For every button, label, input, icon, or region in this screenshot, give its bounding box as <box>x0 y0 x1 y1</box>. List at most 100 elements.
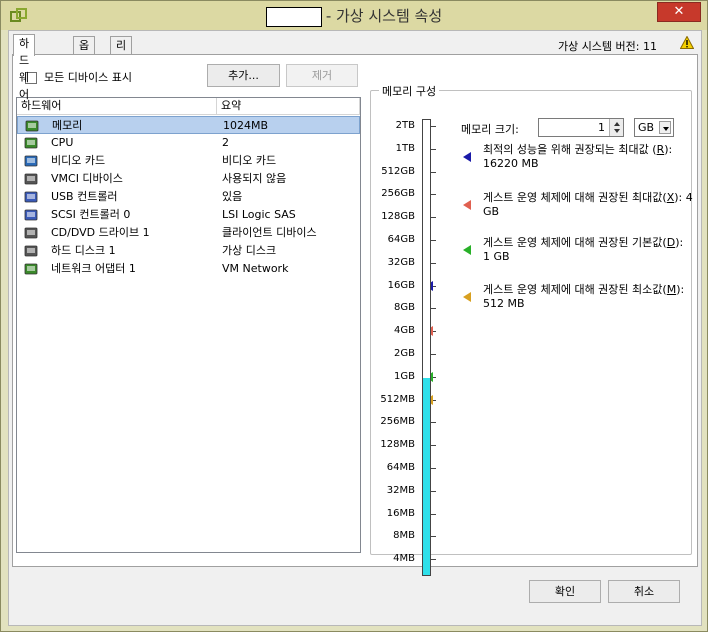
hardware-list[interactable]: 하드웨어 요약 메모리 1024MB CPU 2 비디오 카드 비디오 카드 VMCI 디바… <box>16 97 361 553</box>
hardware-row[interactable]: 네트워크 어댑터 1 VM Network <box>17 260 360 278</box>
memory-scale-label: 1TB <box>395 142 415 154</box>
hardware-name: 네트워크 어댑터 1 <box>51 262 136 275</box>
memory-config-group: 메모리 구성 2TB 1TB 512GB 256GB 128GB 64GB 32GB 16GB… <box>370 83 693 576</box>
recommendation-hotkey: D <box>666 236 676 249</box>
show-all-devices[interactable]: 모든 디바이스 표시 <box>25 69 132 85</box>
hardware-summary: 있음 <box>222 190 243 203</box>
hardware-summary: VM Network <box>222 262 289 275</box>
hardware-list-header: 하드웨어 요약 <box>17 98 360 115</box>
memory-scale-label: 4MB <box>393 553 415 565</box>
hardware-row[interactable]: VMCI 디바이스 사용되지 않음 <box>17 170 360 188</box>
recommendation-hotkey: M <box>666 283 677 296</box>
memory-scale-label: 8MB <box>393 530 415 542</box>
memory-scale-tick <box>431 468 436 469</box>
monitor-icon <box>24 154 38 168</box>
show-all-devices-label: 모든 디바이스 표시 <box>44 71 132 84</box>
hardware-name: CPU <box>51 136 74 149</box>
add-button[interactable]: 추가... <box>207 64 280 87</box>
recommendation-link[interactable]: 게스트 운영 체제에 대해 권장된 기본값(D): 1 GB <box>483 236 693 264</box>
recommendation-link[interactable]: 게스트 운영 체제에 대해 권장된 최소값(M): 512 MB <box>483 283 693 311</box>
memory-slider-fill <box>423 377 430 575</box>
vmci-icon <box>24 172 38 186</box>
hardware-name: VMCI 디바이스 <box>51 172 123 185</box>
memory-scale-tick <box>431 308 436 310</box>
close-button[interactable]: ✕ <box>657 2 701 22</box>
recommendation-link[interactable]: 게스트 운영 체제에 대해 권장된 최대값(X): 4 GB <box>483 191 693 219</box>
hardware-name: CD/DVD 드라이브 1 <box>51 226 150 239</box>
cancel-button[interactable]: 취소 <box>608 580 680 603</box>
memory-unit-select[interactable]: GB <box>634 118 674 137</box>
hardware-name: 비디오 카드 <box>51 154 106 167</box>
memory-scale-label: 512GB <box>381 165 415 177</box>
hardware-summary: LSI Logic SAS <box>222 208 296 221</box>
tab-hardware[interactable]: 하드웨어 <box>13 34 36 101</box>
hardware-summary: 가상 디스크 <box>222 244 277 257</box>
memory-scale-tick <box>431 445 436 447</box>
memory-size-input[interactable]: 1 <box>538 118 624 137</box>
memory-scale-label: 64MB <box>386 462 415 473</box>
hardware-row[interactable]: 메모리 1024MB <box>17 116 360 134</box>
memory-scale-label: 1GB <box>394 370 415 382</box>
memory-scale-label: 128GB <box>381 211 415 223</box>
remove-button[interactable]: 제거 <box>286 64 358 87</box>
memory-scale-label: 16MB <box>386 507 415 519</box>
memory-size-value: 1 <box>598 121 605 134</box>
hardware-name: SCSI 컨트롤러 0 <box>51 208 131 221</box>
memory-size-stepper[interactable] <box>609 119 623 136</box>
memory-scale-label: 256MB <box>380 416 415 428</box>
memory-scale-label: 2GB <box>394 348 415 359</box>
hardware-row[interactable]: SCSI 컨트롤러 0 LSI Logic SAS <box>17 206 360 224</box>
stepper-arrows-icon <box>614 122 620 133</box>
min-rec-marker-icon <box>463 292 471 302</box>
hardware-summary: 2 <box>222 136 229 149</box>
tab-resources[interactable]: 리소스 <box>110 36 133 86</box>
recommendation-text: 게스트 운영 체제에 대해 권장된 최소값( <box>483 283 667 296</box>
memory-scale-tick <box>431 354 436 355</box>
memory-unit-value: GB <box>638 121 655 134</box>
memory-scale-tick <box>431 422 436 424</box>
memory-scale-label: 8GB <box>394 302 415 314</box>
hardware-name: 메모리 <box>52 119 83 132</box>
scsi-icon <box>24 208 38 222</box>
memory-scale-tick <box>431 240 436 241</box>
hardware-row[interactable]: CD/DVD 드라이브 1 클라이언트 디바이스 <box>17 224 360 242</box>
memory-scale-label: 512MB <box>380 393 415 405</box>
memory-size-label: 메모리 크기: <box>461 123 519 136</box>
max-rec-marker-icon <box>463 200 471 210</box>
tab-options[interactable]: 옵션 <box>73 36 96 69</box>
memory-scale-tick <box>431 536 436 538</box>
recommendation-text: 게스트 운영 체제에 대해 권장된 기본값( <box>483 236 667 249</box>
memory-scale-label: 16GB <box>387 279 415 291</box>
warning-icon <box>680 36 694 49</box>
memory-slider-track[interactable] <box>422 119 431 576</box>
memory-scale-tick <box>431 559 436 561</box>
hardware-summary: 클라이언트 디바이스 <box>222 226 317 239</box>
vm-properties-window: - 가상 시스템 속성 ✕ 하드웨어 옵션 리소스 가상 시스템 버전: 11 … <box>0 0 708 632</box>
column-summary[interactable]: 요약 <box>217 98 360 115</box>
memory-scale-tick <box>431 194 436 196</box>
memory-scale-tick <box>431 126 436 127</box>
vm-version: 가상 시스템 버전: 11 <box>557 40 657 53</box>
hardware-row[interactable]: 비디오 카드 비디오 카드 <box>17 152 360 170</box>
window-title-text: - 가상 시스템 속성 <box>325 7 443 25</box>
memory-scale-tick <box>431 148 436 150</box>
memory-scale-tick <box>431 262 436 264</box>
max-perf-marker-icon <box>463 152 471 162</box>
chevron-down-icon <box>659 121 671 134</box>
hardware-summary: 1024MB <box>223 119 269 132</box>
hardware-name: USB 컨트롤러 <box>51 190 118 203</box>
ok-button[interactable]: 확인 <box>529 580 601 603</box>
redacted-vm-name <box>265 6 322 27</box>
column-hardware[interactable]: 하드웨어 <box>17 98 217 115</box>
hardware-row[interactable]: CPU 2 <box>17 134 360 152</box>
memory-scale-label: 256GB <box>381 188 415 200</box>
memory-scale-label: 32MB <box>386 484 415 496</box>
hardware-row[interactable]: USB 컨트롤러 있음 <box>17 188 360 206</box>
hardware-row[interactable]: 하드 디스크 1 가상 디스크 <box>17 242 360 260</box>
recommendation-link[interactable]: 최적의 성능을 위해 권장되는 최대값 (R): 16220 MB <box>483 143 693 171</box>
memory-scale-tick <box>431 513 436 515</box>
memory-scale-label: 64GB <box>387 234 415 245</box>
default-rec-marker-icon <box>463 245 471 255</box>
memory-scale-label: 32GB <box>387 256 415 268</box>
network-adapter-icon <box>24 262 38 276</box>
